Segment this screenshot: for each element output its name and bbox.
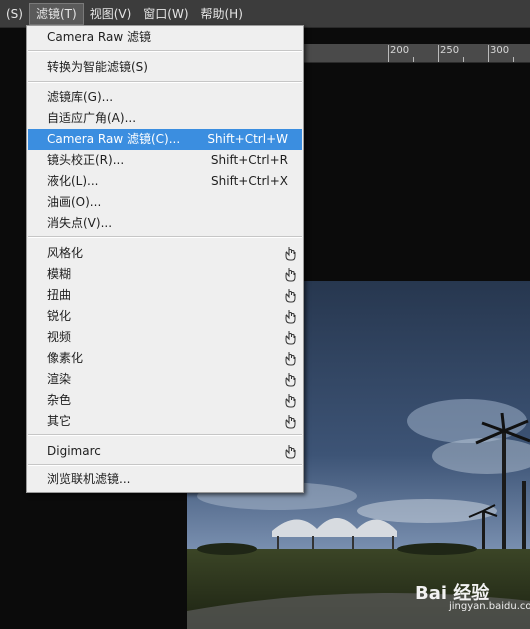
menu-item-label: 风格化 xyxy=(47,246,84,260)
menu-view[interactable]: 视图(V) xyxy=(84,3,138,25)
submenu-noise[interactable]: 杂色 xyxy=(28,390,302,411)
menu-filter[interactable]: 滤镜(T) xyxy=(28,2,84,25)
menu-item-label: 其它 xyxy=(47,414,72,428)
submenu-pixelate[interactable]: 像素化 xyxy=(28,348,302,369)
horizontal-ruler: 200 250 300 xyxy=(300,44,530,63)
submenu-digimarc[interactable]: Digimarc xyxy=(28,441,302,462)
menu-item-camera-raw[interactable]: Camera Raw 滤镜(C)... Shift+Ctrl+W xyxy=(28,129,302,150)
menu-item-label: 转换为智能滤镜(S) xyxy=(47,60,148,74)
ruler-tick-label: 200 xyxy=(390,45,410,56)
submenu-stylize[interactable]: 风格化 xyxy=(28,243,302,264)
menu-item-label: 液化(L)... xyxy=(47,174,99,188)
menu-help[interactable]: 帮助(H) xyxy=(195,3,249,25)
cursor-hand-icon xyxy=(285,289,296,303)
submenu-blur[interactable]: 模糊 xyxy=(28,264,302,285)
menu-item-shortcut: Shift+Ctrl+R xyxy=(210,153,288,167)
menu-window[interactable]: 窗口(W) xyxy=(137,3,194,25)
menu-item-label: 浏览联机滤镜... xyxy=(47,472,131,486)
cursor-hand-icon xyxy=(285,268,296,282)
menu-bar: (S) 滤镜(T) 视图(V) 窗口(W) 帮助(H) xyxy=(0,0,530,28)
cursor-hand-icon xyxy=(285,394,296,408)
submenu-distort[interactable]: 扭曲 xyxy=(28,285,302,306)
menu-item-label: Digimarc xyxy=(47,444,101,458)
watermark-logo: Bai 经验 xyxy=(415,583,490,604)
menu-item-shortcut: Shift+Ctrl+W xyxy=(207,132,288,146)
menu-item-lens-correction[interactable]: 镜头校正(R)... Shift+Ctrl+R xyxy=(28,150,302,171)
menu-select[interactable]: (S) xyxy=(0,3,29,25)
ruler-tick-label: 250 xyxy=(440,45,460,56)
cursor-hand-icon xyxy=(285,445,296,459)
menu-item-label: 镜头校正(R)... xyxy=(47,153,125,167)
menu-item-browse-online[interactable]: 浏览联机滤镜... xyxy=(28,469,302,490)
submenu-sharpen[interactable]: 锐化 xyxy=(28,306,302,327)
menu-item-label: 滤镜库(G)... xyxy=(47,90,114,104)
menu-item-label: 像素化 xyxy=(47,351,84,365)
menu-item-label: 杂色 xyxy=(47,393,72,407)
menu-item-last-filter[interactable]: Camera Raw 滤镜 xyxy=(28,27,302,48)
menu-item-convert-smart-filter[interactable]: 转换为智能滤镜(S) xyxy=(28,57,302,78)
cursor-hand-icon xyxy=(285,373,296,387)
menu-item-label: Camera Raw 滤镜(C)... xyxy=(47,132,181,146)
menu-item-label: 消失点(V)... xyxy=(47,216,113,230)
menu-item-label: 自适应广角(A)... xyxy=(47,111,137,125)
menu-item-label: 视频 xyxy=(47,330,72,344)
menu-item-label: Camera Raw 滤镜 xyxy=(47,30,151,44)
cursor-hand-icon xyxy=(285,331,296,345)
cursor-hand-icon xyxy=(285,247,296,261)
menu-item-filter-gallery[interactable]: 滤镜库(G)... xyxy=(28,87,302,108)
menu-item-label: 模糊 xyxy=(47,267,72,281)
menu-item-label: 扭曲 xyxy=(47,288,72,302)
submenu-render[interactable]: 渲染 xyxy=(28,369,302,390)
menu-item-label: 油画(O)... xyxy=(47,195,102,209)
filter-dropdown-menu: Camera Raw 滤镜 转换为智能滤镜(S) 滤镜库(G)... 自适应广角… xyxy=(26,25,304,493)
menu-item-liquify[interactable]: 液化(L)... Shift+Ctrl+X xyxy=(28,171,302,192)
menu-item-shortcut: Shift+Ctrl+X xyxy=(211,174,288,188)
menu-item-label: 渲染 xyxy=(47,372,72,386)
ruler-tick-label: 300 xyxy=(490,45,510,56)
menu-item-adaptive-wide-angle[interactable]: 自适应广角(A)... xyxy=(28,108,302,129)
cursor-hand-icon xyxy=(285,415,296,429)
cursor-hand-icon xyxy=(285,310,296,324)
menu-item-vanishing-point[interactable]: 消失点(V)... xyxy=(28,213,302,234)
menu-item-label: 锐化 xyxy=(47,309,72,323)
submenu-video[interactable]: 视频 xyxy=(28,327,302,348)
menu-item-oil-paint[interactable]: 油画(O)... xyxy=(28,192,302,213)
cursor-hand-icon xyxy=(285,352,296,366)
submenu-other[interactable]: 其它 xyxy=(28,411,302,432)
